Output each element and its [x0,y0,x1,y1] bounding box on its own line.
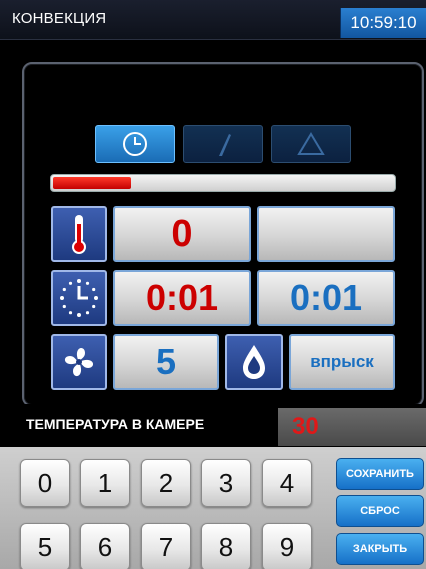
fan-speed-value[interactable]: 5 [113,334,219,390]
numeric-keypad: 0 1 2 3 4 5 6 7 8 9 СОХРАНИТЬ СБРОС ЗАКР… [0,447,426,569]
thermometer-icon [72,215,86,254]
save-button[interactable]: СОХРАНИТЬ [336,458,424,490]
triangle-icon [297,132,325,155]
timer-icon [60,279,98,317]
tab-probe-mode[interactable] [183,125,263,163]
key-8[interactable]: 8 [201,523,251,569]
progress-fill [53,177,131,189]
key-3[interactable]: 3 [201,459,251,507]
probe-icon [219,134,231,156]
temperature-value[interactable]: 0 [113,206,251,262]
steam-injection-button[interactable] [225,334,283,390]
tab-time-mode[interactable] [95,125,175,163]
fan-button[interactable] [51,334,107,390]
water-drop-icon [243,345,265,379]
reset-button[interactable]: СБРОС [336,495,424,527]
header-bar: КОНВЕКЦИЯ 10:59:10 [0,0,426,40]
close-button[interactable]: ЗАКРЫТЬ [336,533,424,565]
key-2[interactable]: 2 [141,459,191,507]
key-6[interactable]: 6 [80,523,130,569]
key-4[interactable]: 4 [262,459,312,507]
key-7[interactable]: 7 [141,523,191,569]
injection-value[interactable]: впрыск [289,334,395,390]
key-5[interactable]: 5 [20,523,70,569]
chamber-temperature-bar: ТЕМПЕРАТУРА В КАМЕРЕ 30 [0,404,426,446]
mode-title: КОНВЕКЦИЯ [12,10,107,27]
clock-icon [123,132,147,156]
time-remaining-value[interactable]: 0:01 [257,270,395,326]
time-value[interactable]: 0:01 [113,270,251,326]
temperature-button[interactable] [51,206,107,262]
key-9[interactable]: 9 [262,523,312,569]
chamber-temperature-value: 30 [278,408,426,446]
key-0[interactable]: 0 [20,459,70,507]
temperature-extra[interactable] [257,206,395,262]
clock-display: 10:59:10 [340,8,426,38]
fan-icon [64,347,94,377]
cooking-progress-bar [50,174,396,192]
tab-delta-mode[interactable] [271,125,351,163]
key-1[interactable]: 1 [80,459,130,507]
time-button[interactable] [51,270,107,326]
chamber-temperature-label: ТЕМПЕРАТУРА В КАМЕРЕ [26,416,205,432]
